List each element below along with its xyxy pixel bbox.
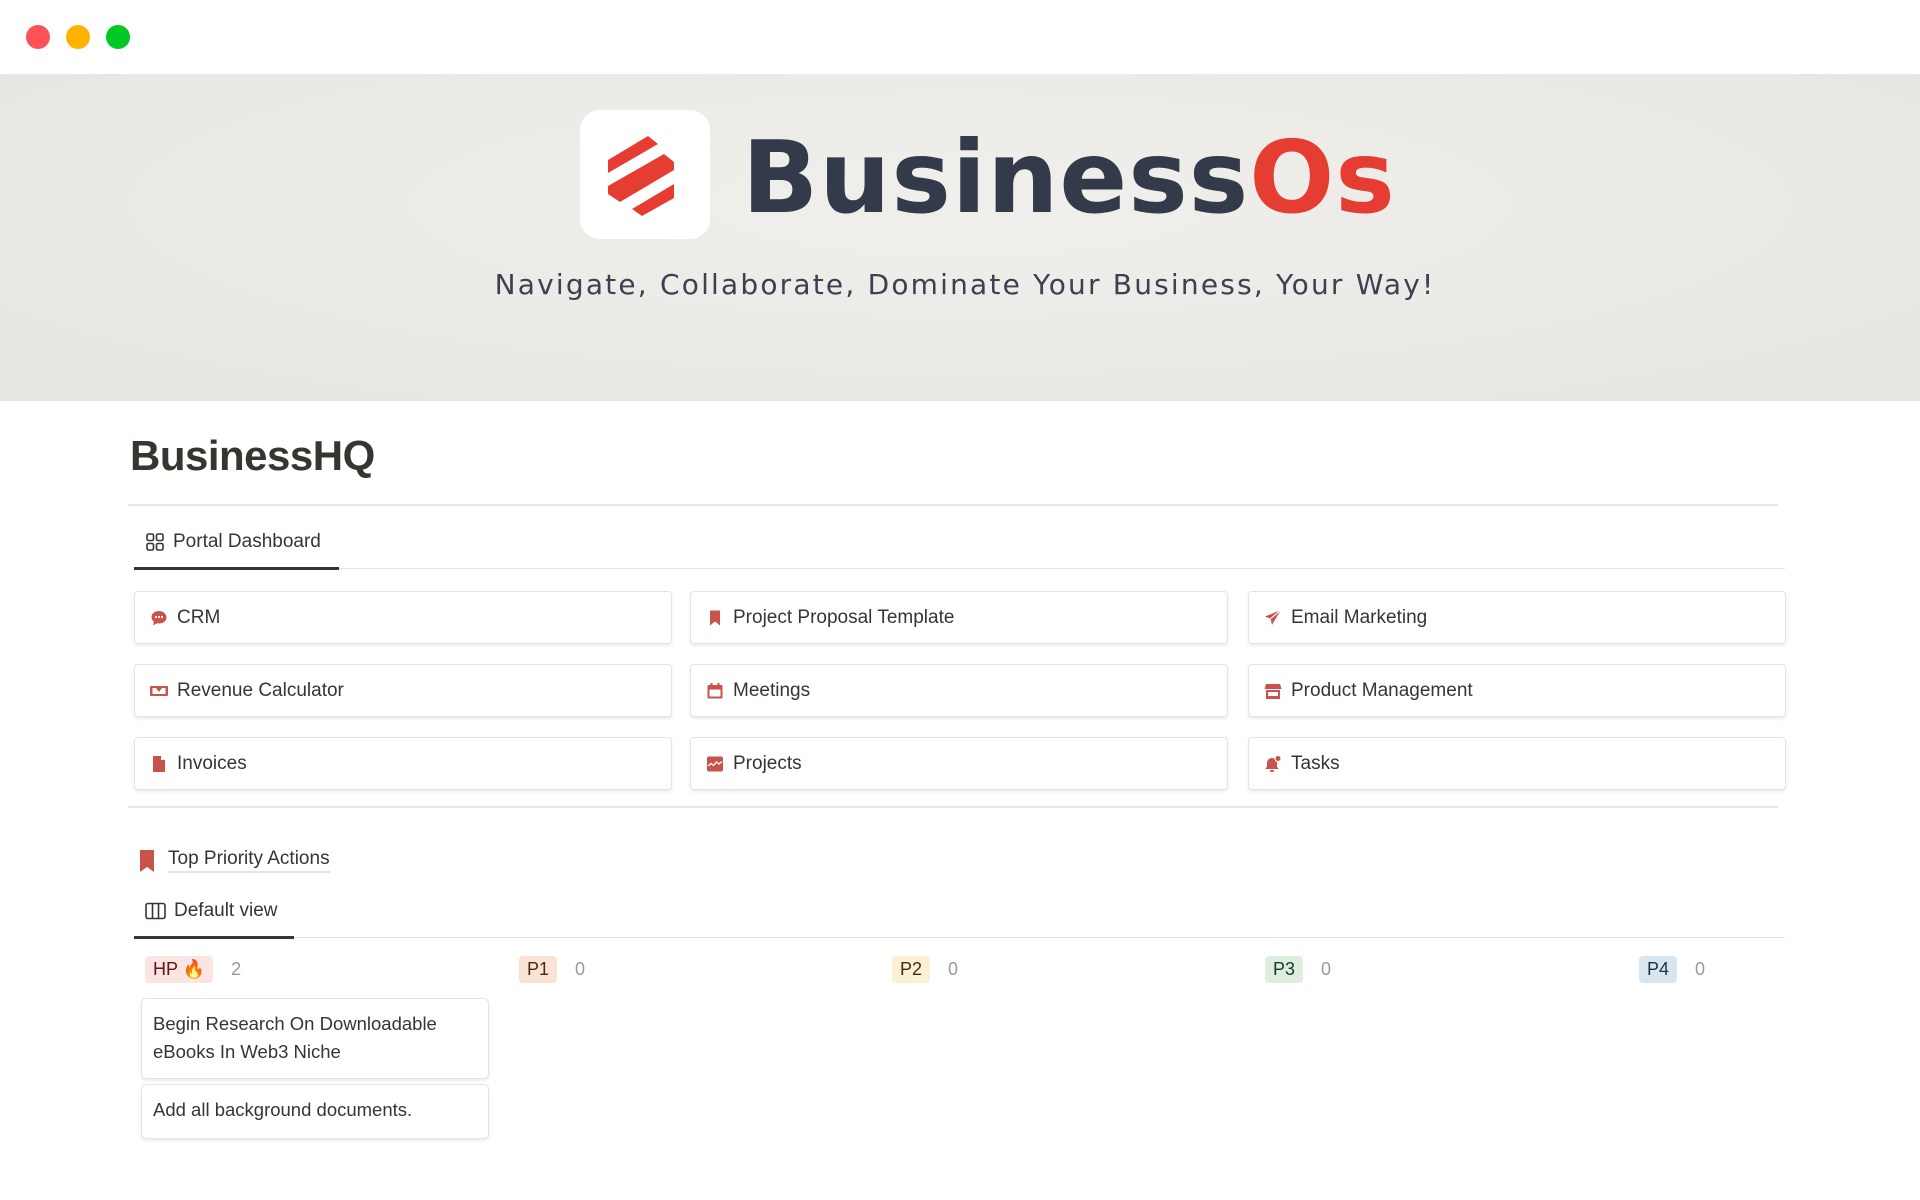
board-group-p2: P2 0 — [892, 956, 958, 983]
board-group-p4: P4 0 — [1639, 956, 1705, 983]
link-label: Tasks — [1291, 752, 1340, 774]
view-bar-line — [134, 937, 1785, 938]
link-product-management[interactable]: Product Management — [1248, 664, 1786, 717]
brand-tagline: Navigate, Collaborate, Dominate Your Bus… — [494, 268, 1436, 301]
cash-icon — [149, 681, 169, 701]
priority-badge[interactable]: P2 — [892, 956, 931, 983]
minimize-window-button[interactable] — [66, 25, 90, 49]
bookmark-icon — [138, 849, 156, 873]
board-group-p1: P1 0 — [519, 956, 585, 983]
brand-logo — [580, 110, 710, 239]
storefront-icon — [1263, 681, 1283, 701]
group-count: 0 — [948, 959, 959, 979]
tab-portal-dashboard[interactable]: Portal Dashboard — [145, 531, 321, 553]
priority-badge[interactable]: P4 — [1639, 956, 1678, 983]
link-label: Revenue Calculator — [177, 679, 344, 701]
board-card[interactable]: Add all background documents. — [141, 1084, 489, 1139]
link-label: Invoices — [177, 752, 247, 774]
priority-badge[interactable]: P3 — [1265, 956, 1304, 983]
active-view-indicator — [134, 936, 294, 939]
board-group-p3: P3 0 — [1265, 956, 1331, 983]
tab-default-view[interactable]: Default view — [145, 900, 278, 922]
card-title: Begin Research On Downloadable eBooks In… — [153, 1013, 437, 1062]
link-meetings[interactable]: Meetings — [690, 664, 1228, 717]
card-title: Add all background documents. — [153, 1099, 413, 1120]
close-window-button[interactable] — [26, 25, 50, 49]
priority-badge[interactable]: HP 🔥 — [145, 956, 214, 983]
link-label: CRM — [177, 606, 221, 628]
link-project-proposal-template[interactable]: Project Proposal Template — [690, 591, 1228, 644]
paper-plane-icon — [1263, 608, 1283, 628]
document-icon — [149, 754, 169, 774]
group-count: 2 — [231, 959, 242, 979]
link-email-marketing[interactable]: Email Marketing — [1248, 591, 1786, 644]
link-revenue-calculator[interactable]: Revenue Calculator — [134, 664, 672, 717]
board-card[interactable]: Begin Research On Downloadable eBooks In… — [141, 998, 489, 1079]
brand-wordmark-main: Business — [742, 119, 1250, 236]
title-divider — [128, 504, 1778, 506]
link-label: Email Marketing — [1291, 606, 1428, 628]
striped-hexagon-logo-icon — [608, 136, 674, 216]
top-priority-actions-heading[interactable]: Top Priority Actions — [138, 848, 330, 873]
link-label: Product Management — [1291, 679, 1473, 701]
group-count: 0 — [575, 959, 586, 979]
bookmark-icon — [705, 608, 725, 628]
calendar-icon — [705, 681, 725, 701]
tab-bar-line — [134, 568, 1785, 569]
window-titlebar — [0, 0, 1920, 74]
link-label: Meetings — [733, 679, 811, 701]
page-title: BusinessHQ — [130, 432, 375, 479]
board-columns-icon — [145, 902, 166, 920]
link-tasks[interactable]: Tasks — [1248, 737, 1786, 790]
link-label: Projects — [733, 752, 802, 774]
brand-wordmark-accent: Os — [1249, 119, 1396, 236]
gallery-grid-icon — [145, 532, 165, 552]
link-crm[interactable]: CRM — [134, 591, 672, 644]
link-label: Project Proposal Template — [733, 606, 955, 628]
zoom-window-button[interactable] — [106, 25, 130, 49]
brand-wordmark: BusinessOs — [742, 118, 1396, 238]
chart-line-icon — [705, 754, 725, 774]
bell-notification-icon — [1263, 754, 1283, 774]
link-projects[interactable]: Projects — [690, 737, 1228, 790]
active-tab-indicator — [134, 567, 339, 570]
group-count: 0 — [1321, 959, 1332, 979]
board-group-hp: HP 🔥 2 — [145, 956, 241, 983]
view-label: Default view — [174, 900, 278, 921]
section-divider — [128, 806, 1778, 808]
link-invoices[interactable]: Invoices — [134, 737, 672, 790]
section-title[interactable]: Top Priority Actions — [168, 848, 330, 873]
tab-label: Portal Dashboard — [173, 531, 321, 552]
chat-bubble-icon — [149, 608, 169, 628]
group-count: 0 — [1695, 959, 1706, 979]
priority-badge[interactable]: P1 — [519, 956, 558, 983]
